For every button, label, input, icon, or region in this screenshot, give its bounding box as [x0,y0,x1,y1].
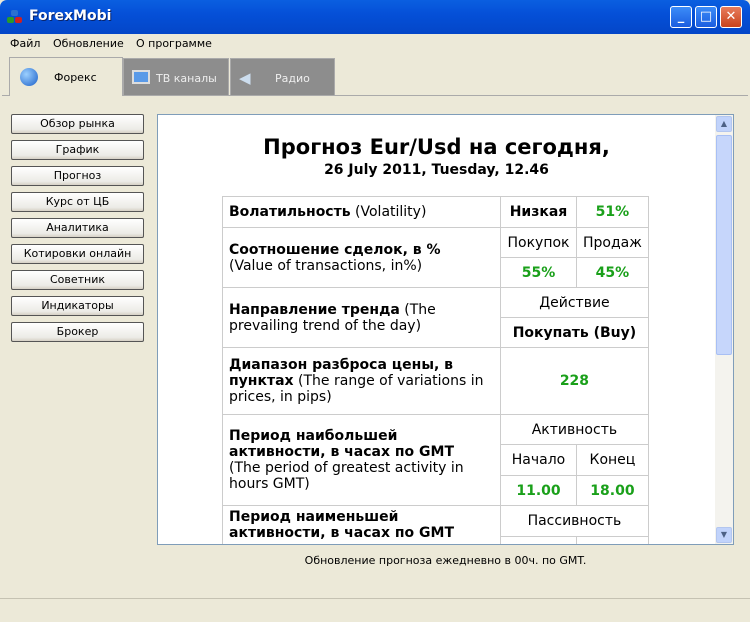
row-label: Направление тренда [229,301,400,318]
table-row: Направление тренда (The prevailing trend… [222,287,649,348]
action-value: Покупать (Buy) [500,317,649,348]
minimize-button[interactable]: _ [670,6,692,28]
row-label-en: (The period of greatest activity in hour… [229,460,464,492]
tab-tv[interactable]: ТВ каналы [123,58,229,96]
volatility-value: 51% [576,196,649,228]
start-value: 11.00 [500,475,577,506]
range-value: 228 [500,347,649,415]
table-row: Волатильность (Volatility) Низкая 51% [222,196,649,228]
speaker-icon: ◀ [239,69,251,87]
nav-broker[interactable]: Брокер [11,322,144,342]
table-row: Соотношение сделок, в % (Value of transac… [222,227,649,288]
nav-advisor[interactable]: Советник [11,270,144,290]
passivity-header: Пассивность [500,505,649,537]
menu-bar: Файл Обновление О программе [3,34,747,54]
globe-icon [20,68,38,86]
activity-header: Активность [500,414,649,445]
monitor-icon [132,70,150,84]
row-label-en: (Value of transactions, in%) [229,257,423,274]
row-label: Соотношение сделок, в % [229,241,441,258]
start-header: Начало [500,444,577,476]
title-bar: ForexMobi _ □ ✕ [0,0,750,34]
row-label: Волатильность [229,204,351,220]
scroll-thumb[interactable] [716,135,732,355]
tab-forex[interactable]: Форекс [9,57,123,96]
tab-radio[interactable]: ◀ Радио [230,58,335,96]
nav-forecast[interactable]: Прогноз [11,166,144,186]
tab-label: ТВ каналы [156,72,217,85]
nav-indicators[interactable]: Индикаторы [11,296,144,316]
menu-about[interactable]: О программе [136,37,212,50]
volatility-level: Низкая [500,196,577,228]
buy-header: Покупок [500,227,577,258]
nav-quotes-online[interactable]: Котировки онлайн [11,244,144,264]
row-label: Период наибольшей активности, в часах по… [229,428,455,460]
table-row: Диапазон разброса цены, в пунктах (The r… [222,347,649,415]
scroll-down-icon[interactable]: ▼ [716,527,732,543]
end-value: 18.00 [576,475,649,506]
nav-market-review[interactable]: Обзор рынка [11,114,144,134]
menu-update[interactable]: Обновление [53,37,124,50]
nav-analytics[interactable]: Аналитика [11,218,144,238]
vertical-scrollbar[interactable]: ▲ ▼ [715,115,733,544]
row-label: Период наименьшей активности, в часах по… [229,509,455,541]
menu-file[interactable]: Файл [10,37,40,50]
status-bar [0,598,750,622]
update-caption: Обновление прогноза ежедневно в 00ч. по … [304,554,587,567]
buy-value: 55% [500,257,577,288]
tab-label: Радио [275,72,310,85]
sell-header: Продаж [576,227,649,258]
forecast-table: Волатильность (Volatility) Низкая 51% Со… [222,196,649,544]
forecast-date: 26 July 2011, Tuesday, 12.46 [324,162,549,178]
table-row: Период наименьшей активности, в часах по… [222,505,649,544]
maximize-button[interactable]: □ [695,6,717,28]
action-header: Действие [500,287,649,318]
forecast-title: Прогноз Eur/Usd на сегодня, [263,135,610,159]
forecast-view: Прогноз Eur/Usd на сегодня, 26 July 2011… [157,114,734,545]
row-label-en: (Volatility) [355,204,427,220]
scroll-up-icon[interactable]: ▲ [716,116,732,132]
tab-label: Форекс [54,71,97,84]
table-row: Период наибольшей активности, в часах по… [222,414,649,506]
nav-cb-rate[interactable]: Курс от ЦБ [11,192,144,212]
end-header: Конец [576,444,649,476]
nav-chart[interactable]: График [11,140,144,160]
window-title: ForexMobi [29,8,112,24]
sell-value: 45% [576,257,649,288]
app-icon [7,10,23,24]
close-button[interactable]: ✕ [720,6,742,28]
